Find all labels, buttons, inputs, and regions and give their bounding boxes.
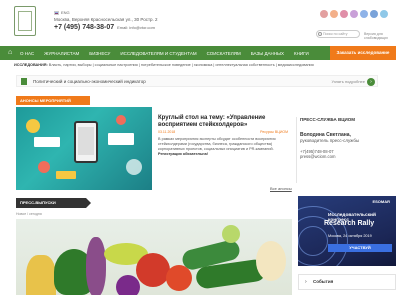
event-meta: 03.11.2018 Ресурсы ВЦИОМ — [158, 130, 288, 134]
ticker-more-link[interactable]: Узнать подробнее — [331, 79, 365, 84]
search-placeholder: Поиск по сайту — [323, 32, 348, 36]
address-text: Москва, Верхняя Красносельская ул., 30 Р… — [54, 17, 158, 22]
side-events-label: События — [313, 279, 334, 284]
flag-icon — [21, 78, 27, 85]
press-releases-title: Пресс-выпуски — [20, 200, 56, 205]
news-image[interactable] — [16, 219, 292, 295]
all-events-link[interactable]: Все анонсы — [270, 186, 292, 191]
search-input[interactable]: Поиск по сайту — [316, 30, 360, 38]
instagram-icon[interactable] — [350, 10, 358, 18]
telegram-icon[interactable] — [380, 10, 388, 18]
press-service-block: Пресс-служба ВЦИОМ Володина Светлана, ру… — [296, 117, 392, 183]
ticker-text[interactable]: Политический и социально-экономический и… — [33, 79, 146, 84]
arrow-right-icon[interactable]: › — [367, 78, 375, 86]
language-switch[interactable]: ENG — [54, 10, 70, 15]
phone-illustration — [74, 121, 98, 163]
subnav-links[interactable]: Власть, партии, выборы | социальные наст… — [49, 63, 314, 67]
banner-date: Москва, 24 октября 2019 — [328, 234, 372, 238]
event-description: В рамках мероприятия эксперты обсудят ос… — [158, 137, 288, 157]
events-section-label: Анонсы мероприятий — [16, 96, 90, 105]
event-title[interactable]: Круглый стол на тему: «Управление воспри… — [158, 115, 288, 129]
press-releases-label: Пресс-выпуски — [16, 198, 91, 208]
indicator-ticker[interactable]: Политический и социально-экономический и… — [16, 75, 378, 87]
language-label: ENG — [61, 10, 70, 15]
flag-icon — [54, 10, 59, 15]
order-research-button[interactable]: Заказать исследование — [330, 46, 396, 60]
event-image[interactable] — [16, 107, 152, 190]
subnav-prefix: ИССЛЕДОВАНИЯ: — [14, 63, 48, 67]
nav-item-about[interactable]: О нас — [20, 51, 34, 56]
side-events-toggle[interactable]: › События — [298, 274, 396, 290]
home-icon[interactable]: ⌂ — [8, 49, 16, 57]
press-contact-email[interactable]: press@wciom.com — [300, 154, 392, 159]
banner-button[interactable]: УЧАСТВУЙ — [328, 244, 392, 252]
twitter-icon[interactable] — [340, 10, 348, 18]
divider — [296, 117, 297, 183]
esomar-banner[interactable]: ESOMAR Исследовательский конгресс Resear… — [298, 196, 396, 266]
nav-item-applicants[interactable]: Соискателям — [207, 51, 241, 56]
main-nav: ⌂ О нас Журналистам Бизнесу Исследовател… — [0, 46, 396, 60]
facebook-icon[interactable] — [370, 10, 378, 18]
nav-item-researchers[interactable]: Исследователям и студентам — [120, 51, 196, 56]
vk-icon[interactable] — [320, 10, 328, 18]
event-desc-text: В рамках мероприятия эксперты обсудят ос… — [158, 137, 276, 151]
press-releases-meta: Новое / сегодня — [16, 212, 42, 216]
accessibility-link[interactable]: Версия для слабовидящих — [364, 32, 396, 40]
phone-text: +7 (495) 748-38-07 Email: info@vtor.com — [54, 24, 155, 31]
site-header: ENG Москва, Верхняя Красносельская ул., … — [0, 0, 396, 46]
event-date: 03.11.2018 — [158, 130, 176, 134]
phone-number: +7 (495) 748-38-07 — [54, 24, 115, 31]
search-icon — [318, 32, 322, 36]
ok-icon[interactable] — [330, 10, 338, 18]
chevron-right-icon: › — [305, 279, 307, 285]
nav-item-journalists[interactable]: Журналистам — [44, 51, 79, 56]
site-logo[interactable] — [14, 6, 36, 36]
nav-item-databases[interactable]: Базы данных — [251, 51, 284, 56]
nav-item-business[interactable]: Бизнесу — [89, 51, 110, 56]
email-text: Email: info@vtor.com — [117, 25, 155, 30]
social-links — [320, 10, 388, 18]
press-contact-role: руководитель пресс-службы — [300, 138, 360, 143]
banner-title: Research Rally — [324, 220, 375, 227]
event-registration: Регистрация обязательна! — [158, 152, 208, 156]
research-subnav: ИССЛЕДОВАНИЯ: Власть, партии, выборы | с… — [14, 63, 376, 67]
press-service-title: Пресс-служба ВЦИОМ — [300, 117, 355, 122]
nav-item-books[interactable]: Книги — [294, 51, 309, 56]
banner-brand: ESOMAR — [372, 199, 390, 204]
event-venue: Ресурсы ВЦИОМ — [260, 130, 288, 134]
youtube-icon[interactable] — [360, 10, 368, 18]
